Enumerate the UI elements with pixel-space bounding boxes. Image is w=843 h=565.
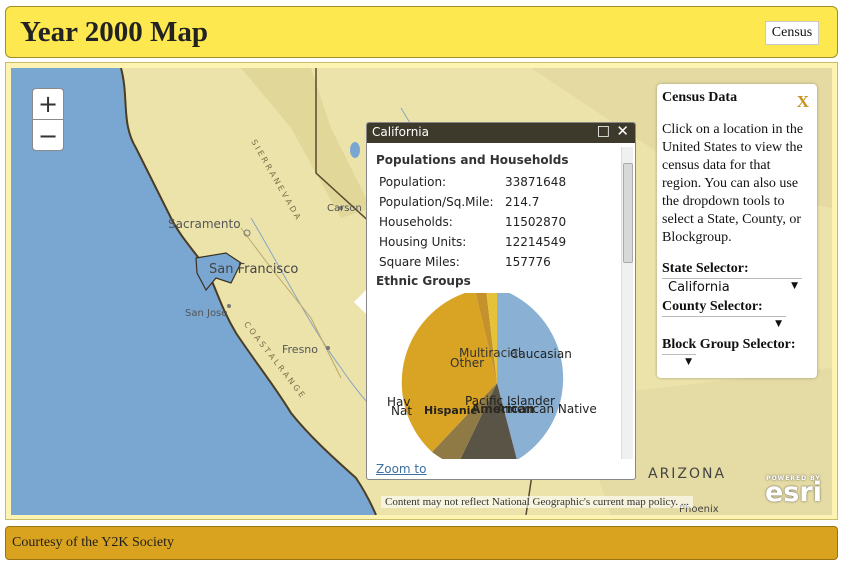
- footer-text: Courtesy of the Y2K Society: [12, 535, 175, 550]
- popup-header: California □ ✕: [367, 123, 635, 143]
- map-attribution: Content may not reflect National Geograp…: [381, 496, 693, 508]
- esri-logo: POWERED BY esri: [765, 475, 822, 506]
- row-label: Square Miles:: [379, 255, 460, 269]
- census-description: Click on a location in the United States…: [662, 122, 804, 245]
- ethnic-pie-chart: Caucasian Hispanic Other Multiracial Pac…: [387, 293, 597, 459]
- zoom-in-button[interactable]: +: [33, 89, 63, 120]
- zoom-out-button[interactable]: −: [33, 120, 63, 151]
- map-label-fresno: Fresno: [282, 343, 319, 356]
- zoom-control: + −: [32, 88, 64, 151]
- slice-label-american: American: [471, 402, 535, 416]
- page-title: Year 2000 Map: [20, 16, 208, 48]
- row-label: Population/Sq.Mile:: [379, 195, 494, 209]
- map-label-san-francisco: San Francisco: [209, 262, 299, 277]
- row-value: 11502870: [505, 215, 567, 229]
- row-value: 214.7: [505, 195, 540, 209]
- map-label-carson: Carson: [327, 203, 362, 214]
- maximize-icon[interactable]: □: [597, 123, 610, 139]
- data-row: Population: 33871648: [379, 175, 566, 189]
- data-row: Square Miles: 157776: [379, 255, 551, 269]
- popup-pointer: [354, 290, 366, 314]
- row-label: Housing Units:: [379, 235, 467, 249]
- row-value: 33871648: [505, 175, 567, 189]
- scrollbar-thumb[interactable]: [623, 163, 633, 263]
- popup-scrollbar[interactable]: [621, 147, 633, 459]
- data-row: Housing Units: 12214549: [379, 235, 566, 249]
- esri-logo-text: esri: [765, 477, 822, 508]
- popup-content: Populations and Households Population: 3…: [367, 143, 622, 459]
- slice-label-multiracial: Multiracial: [459, 346, 521, 360]
- county-select[interactable]: ▼: [662, 316, 786, 334]
- chevron-down-icon: ▼: [791, 281, 798, 291]
- map-label-san-jose: San Jose: [185, 308, 228, 319]
- map-label-sacramento: Sacramento: [168, 217, 241, 231]
- row-value: 157776: [505, 255, 551, 269]
- popup-title: California: [372, 125, 429, 139]
- census-panel-title: Census Data: [662, 90, 738, 105]
- data-row: Households: 11502870: [379, 215, 566, 229]
- chevron-down-icon: ▼: [685, 357, 692, 367]
- section-populations: Populations and Households: [376, 153, 569, 167]
- census-panel: Census Data X Click on a location in the…: [657, 84, 817, 378]
- census-button[interactable]: Census: [765, 21, 819, 45]
- slice-label-nat: Nat: [391, 404, 412, 418]
- county-selector-label: County Selector:: [662, 299, 763, 314]
- info-popup: California □ ✕ Populations and Household…: [366, 122, 636, 480]
- section-ethnic: Ethnic Groups: [376, 274, 471, 288]
- block-group-select[interactable]: ▼: [662, 354, 696, 372]
- app-footer: Courtesy of the Y2K Society: [5, 526, 838, 560]
- row-value: 12214549: [505, 235, 567, 249]
- chevron-down-icon: ▼: [775, 319, 782, 329]
- state-selector-label: State Selector:: [662, 261, 749, 276]
- zoom-to-link[interactable]: Zoom to: [376, 462, 426, 476]
- block-group-selector-label: Block Group Selector:: [662, 337, 796, 352]
- state-select-value: California: [668, 280, 730, 295]
- map-label-arizona: ARIZONA: [648, 466, 727, 482]
- data-row: Population/Sq.Mile: 214.7: [379, 195, 539, 209]
- app-header: Year 2000 Map Census: [5, 6, 838, 58]
- row-label: Households:: [379, 215, 453, 229]
- state-select[interactable]: California ▼: [662, 278, 802, 296]
- close-icon[interactable]: ✕: [616, 123, 629, 140]
- row-label: Population:: [379, 175, 447, 189]
- close-panel-button[interactable]: X: [797, 92, 809, 112]
